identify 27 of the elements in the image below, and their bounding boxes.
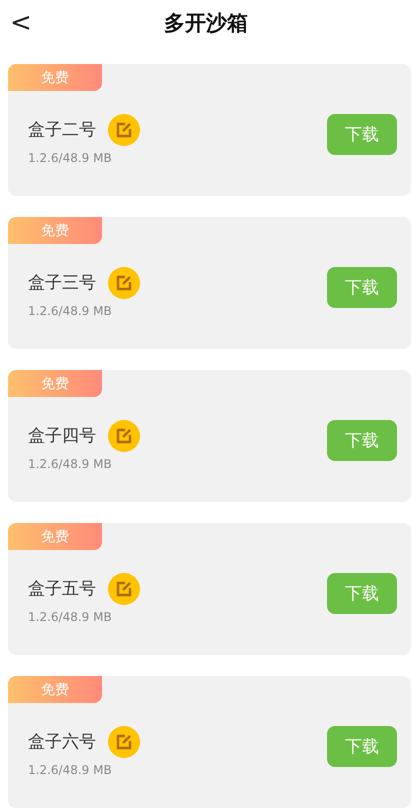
edit-icon[interactable] [108,420,140,452]
page-title: 多开沙箱 [164,10,248,36]
free-badge: 免费 [8,217,102,244]
version-size: 1.2.6/48.9 MB [28,762,113,776]
version-size: 1.2.6/48.9 MB [28,610,113,624]
version-size: 1.2.6/48.9 MB [28,304,113,318]
back-button[interactable]: < [6,6,36,40]
free-badge: 免费 [8,64,102,91]
app-name: 盒子二号 [28,119,96,141]
download-button[interactable]: 下载 [327,572,397,614]
free-badge: 免费 [8,523,102,550]
download-button[interactable]: 下载 [327,266,397,308]
edit-icon[interactable] [108,114,140,146]
download-button[interactable]: 下载 [327,420,397,460]
edit-icon[interactable] [108,726,140,758]
app-name: 盒子五号 [28,578,96,600]
version-size: 1.2.6/48.9 MB [28,456,113,470]
app-name: 盒子三号 [28,272,96,294]
app-name: 盒子四号 [28,425,96,447]
download-button[interactable]: 下载 [327,114,397,154]
download-button[interactable]: 下载 [327,726,397,766]
free-badge: 免费 [8,676,102,703]
edit-icon[interactable] [108,572,140,604]
app-name: 盒子六号 [28,731,96,753]
edit-icon[interactable] [108,266,140,298]
version-size: 1.2.6/48.9 MB [28,150,113,164]
free-badge: 免费 [8,370,102,397]
